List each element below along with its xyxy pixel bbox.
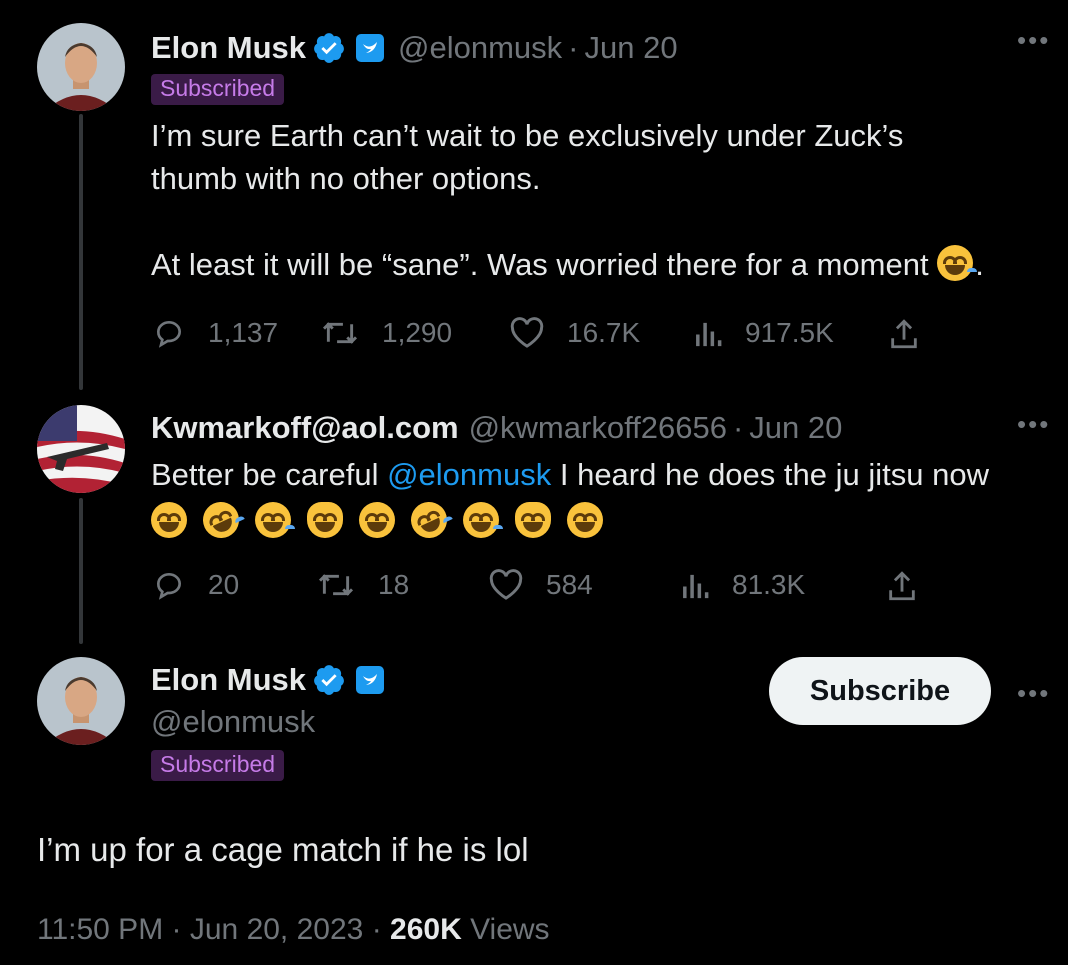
avatar-elon[interactable] — [37, 657, 125, 745]
separator: · — [732, 410, 744, 445]
views-icon — [696, 322, 722, 347]
reply-icon — [157, 321, 181, 348]
avatar-elon[interactable] — [37, 23, 125, 111]
views-icon — [683, 574, 709, 599]
views-count: 81.3K — [732, 569, 806, 600]
retweet-button[interactable]: 1,290 — [320, 317, 452, 349]
tweet-date[interactable]: Jun 20 — [585, 30, 678, 66]
like-button[interactable]: 16.7K — [509, 317, 640, 349]
views-label: Views — [470, 913, 550, 946]
joy-emoji-icon — [255, 502, 291, 538]
tweet-meta: 11:50 PM · Jun 20, 2023 · 260K Views — [37, 913, 550, 947]
author-name[interactable]: Kwmarkoff@aol.com — [151, 410, 459, 446]
retweet-count: 1,290 — [382, 317, 453, 348]
subscribed-badge: Subscribed — [151, 74, 285, 105]
author-name[interactable]: Elon Musk — [151, 30, 306, 66]
reply-button[interactable]: 20 — [152, 569, 239, 601]
tweet-text-line: At least it will be “sane”. Was worried … — [151, 243, 984, 286]
joy-emoji-icon — [463, 502, 499, 538]
tweet-text-span: At least it will be “sane”. Was worried … — [151, 247, 929, 282]
tweet2-header: Kwmarkoff@aol.com @kwmarkoff26656 · Jun … — [151, 408, 842, 448]
more-icon[interactable]: ••• — [1017, 411, 1050, 437]
tweet-text: I’m sure Earth can’t wait to be exclusiv… — [151, 114, 984, 286]
tweet-full-date[interactable]: Jun 20, 2023 — [190, 913, 363, 946]
mention-link[interactable]: @elonmusk — [387, 457, 551, 492]
tweet-text-span: I heard he does the ju jitsu now — [551, 457, 989, 492]
share-button[interactable] — [886, 569, 940, 603]
separator: · — [171, 913, 190, 946]
tweet-time[interactable]: 11:50 PM — [37, 913, 163, 946]
views-button[interactable]: 917.5K — [693, 317, 834, 349]
reply-icon — [157, 573, 181, 600]
rofl-emoji-icon — [405, 496, 453, 544]
like-count: 584 — [546, 569, 593, 600]
more-icon[interactable]: ••• — [1017, 27, 1050, 53]
emoji-row — [151, 496, 989, 544]
tweet1-header: Elon Musk @elonmusk · Jun 20 — [151, 28, 678, 68]
like-icon — [489, 569, 523, 600]
retweet-icon — [318, 574, 354, 596]
sweat-smile-emoji-icon — [937, 245, 974, 281]
views-button[interactable]: 81.3K — [680, 569, 805, 601]
thread-line — [79, 498, 83, 644]
reply-count: 20 — [208, 569, 240, 600]
joy-cat-emoji-icon — [307, 502, 343, 538]
verified-badge-icon — [314, 665, 344, 695]
tweet-text-line: I’m sure Earth can’t wait to be exclusiv… — [151, 118, 904, 153]
tweet-date[interactable]: Jun 20 — [749, 410, 842, 446]
separator: · — [568, 30, 579, 65]
main-header: Elon Musk — [151, 660, 385, 700]
reply-count: 1,137 — [208, 317, 279, 348]
laughing-emoji-icon — [567, 502, 603, 538]
retweet-count: 18 — [378, 569, 410, 600]
share-icon — [889, 571, 915, 601]
verified-badge-icon — [314, 33, 344, 63]
main-tweet-text: I’m up for a cage match if he is lol — [37, 831, 529, 868]
author-handle[interactable]: @elonmusk — [398, 30, 562, 66]
more-icon[interactable]: ••• — [1017, 680, 1050, 706]
laughing-emoji-icon — [151, 502, 187, 538]
reply-button[interactable]: 1,137 — [152, 317, 278, 349]
avatar-kwmarkoff[interactable] — [37, 405, 125, 493]
tweet-text-end: . — [975, 247, 984, 282]
author-handle[interactable]: @kwmarkoff26656 — [469, 410, 727, 446]
tweet-text-line: thumb with no other options. — [151, 161, 541, 196]
like-count: 16.7K — [567, 317, 641, 348]
share-button[interactable] — [888, 317, 942, 351]
affiliate-icon[interactable] — [356, 666, 385, 694]
joy-cat-emoji-icon — [515, 502, 551, 538]
thread-line — [79, 114, 83, 390]
laughing-emoji-icon — [359, 502, 395, 538]
tweet-text-line: Better be careful @elonmusk I heard he d… — [151, 453, 989, 496]
like-icon — [510, 317, 544, 348]
author-name[interactable]: Elon Musk — [151, 662, 306, 698]
subscribed-badge: Subscribed — [151, 750, 285, 781]
separator: · — [371, 913, 391, 946]
subscribe-button[interactable]: Subscribe — [769, 657, 991, 725]
views-count: 260K — [390, 913, 462, 946]
affiliate-icon[interactable] — [356, 34, 385, 62]
tweet-text: Better be careful @elonmusk I heard he d… — [151, 453, 989, 544]
retweet-button[interactable]: 18 — [316, 569, 409, 601]
like-button[interactable]: 584 — [488, 569, 593, 601]
rofl-emoji-icon — [197, 496, 245, 544]
tweet-text-span: Better be careful — [151, 457, 388, 492]
retweet-icon — [322, 322, 358, 344]
views-count: 917.5K — [745, 317, 834, 348]
author-handle[interactable]: @elonmusk — [151, 704, 315, 740]
share-icon — [891, 319, 917, 349]
